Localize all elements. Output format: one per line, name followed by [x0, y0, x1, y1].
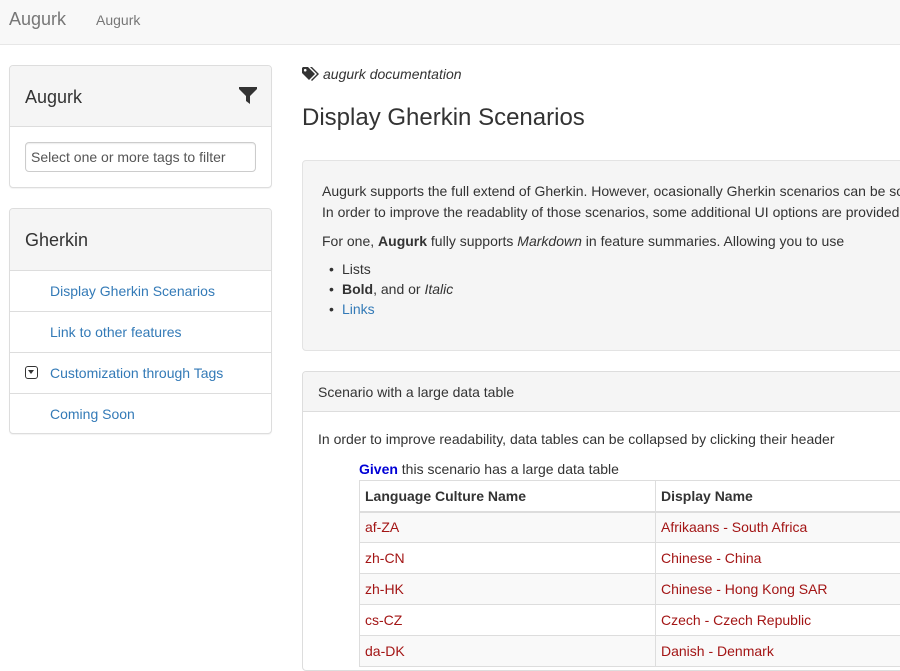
table-cell: zh-CN [360, 543, 656, 574]
scenario-step: Given this scenario has a large data tab… [359, 461, 619, 477]
table-row: zh-HK Chinese - Hong Kong SAR [360, 574, 900, 605]
table-cell: Chinese - Hong Kong SAR [656, 574, 900, 605]
filter-panel: Augurk [9, 65, 272, 188]
feature-link[interactable]: Customization through Tags [50, 353, 223, 393]
gherkin-group-heading[interactable]: Gherkin [10, 209, 271, 270]
feature-item-coming-soon[interactable]: Coming Soon [10, 393, 271, 434]
navbar-link-augurk[interactable]: Augurk [96, 12, 140, 28]
tag-label[interactable]: augurk documentation [323, 66, 462, 82]
list-item-italic: Italic [424, 281, 453, 297]
table-header-row[interactable]: Language Culture Name Display Name [360, 481, 900, 512]
scenario-panel: Scenario with a large data table In orde… [302, 371, 900, 671]
filter-icon[interactable] [239, 87, 257, 105]
page-title: Display Gherkin Scenarios [302, 104, 585, 132]
table-cell: cs-CZ [360, 605, 656, 636]
list-item-text: Lists [342, 261, 371, 277]
feature-tag[interactable]: augurk documentation [302, 66, 462, 82]
table-cell: Danish - Denmark [656, 636, 900, 667]
feature-link[interactable]: Link to other features [50, 312, 182, 352]
scenario-heading[interactable]: Scenario with a large data table [303, 372, 900, 412]
data-table: Language Culture Name Display Name af-ZA… [359, 480, 900, 667]
list-item-link[interactable]: Links [342, 301, 375, 317]
list-item-text: , and or [373, 281, 424, 297]
feature-link[interactable]: Coming Soon [50, 394, 135, 434]
navbar-brand[interactable]: Augurk [9, 9, 66, 30]
gherkin-group-panel: Gherkin Display Gherkin Scenarios Link t… [9, 208, 272, 434]
list-item: Lists [342, 261, 453, 281]
summary-text: For one, [322, 233, 378, 249]
list-item: Links [342, 301, 453, 321]
feature-summary: Augurk supports the full extend of Gherk… [302, 160, 900, 351]
summary-paragraph-2: For one, Augurk fully supports Markdown … [322, 233, 844, 249]
table-cell: Czech - Czech Republic [656, 605, 900, 636]
filter-panel-title: Augurk [25, 87, 82, 108]
feature-list: Display Gherkin Scenarios Link to other … [10, 270, 271, 434]
summary-line-1: Augurk supports the full extend of Gherk… [322, 183, 900, 199]
summary-italic-text: Markdown [517, 233, 582, 249]
table-cell: Chinese - China [656, 543, 900, 574]
table-cell: Afrikaans - South Africa [656, 512, 900, 543]
group-title: Gherkin [25, 230, 88, 251]
scenario-description: In order to improve readability, data ta… [318, 431, 834, 447]
navbar: Augurk Augurk [0, 0, 900, 45]
collapse-toggle-icon[interactable] [25, 366, 38, 379]
tag-filter-input[interactable] [25, 142, 256, 172]
summary-line-2: In order to improve the readablity of th… [322, 204, 899, 220]
column-header[interactable]: Language Culture Name [360, 481, 656, 512]
list-item-bold: Bold [342, 281, 373, 297]
table-row: cs-CZ Czech - Czech Republic [360, 605, 900, 636]
step-text: this scenario has a large data table [398, 461, 619, 477]
table-cell: zh-HK [360, 574, 656, 605]
feature-link[interactable]: Display Gherkin Scenarios [50, 271, 215, 311]
summary-bold-text: Augurk [378, 233, 427, 249]
summary-text: fully supports [427, 233, 517, 249]
table-cell: da-DK [360, 636, 656, 667]
filter-panel-heading: Augurk [10, 66, 271, 127]
tags-icon [302, 67, 319, 81]
step-keyword: Given [359, 461, 398, 477]
table-cell: af-ZA [360, 512, 656, 543]
feature-item-display-gherkin-scenarios[interactable]: Display Gherkin Scenarios [10, 270, 271, 311]
list-item: Bold, and or Italic [342, 281, 453, 301]
column-header[interactable]: Display Name [656, 481, 900, 512]
summary-list: Lists Bold, and or Italic Links [322, 261, 453, 321]
feature-item-customization-through-tags[interactable]: Customization through Tags [10, 352, 271, 393]
table-row: zh-CN Chinese - China [360, 543, 900, 574]
feature-item-link-to-other-features[interactable]: Link to other features [10, 311, 271, 352]
table-row: af-ZA Afrikaans - South Africa [360, 512, 900, 543]
table-row: da-DK Danish - Denmark [360, 636, 900, 667]
summary-text: in feature summaries. Allowing you to us… [582, 233, 844, 249]
